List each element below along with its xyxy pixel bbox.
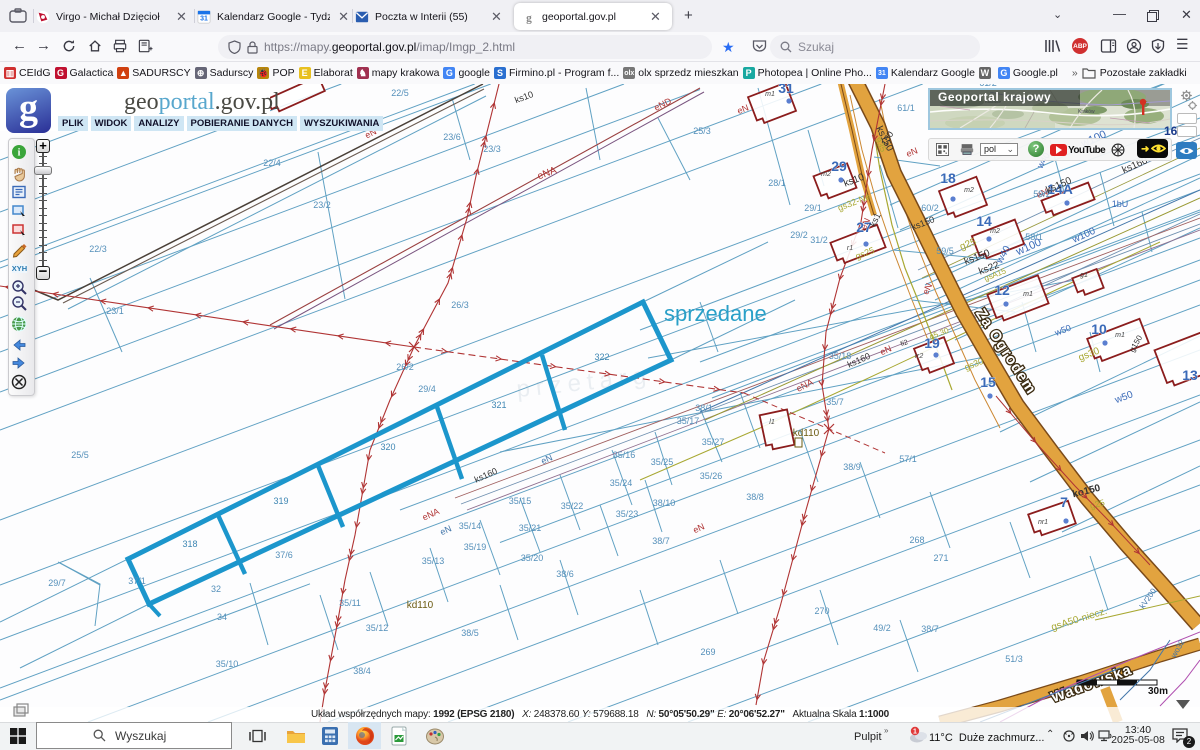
svg-text:31/2: 31/2	[810, 235, 828, 245]
svg-text:322: 322	[594, 352, 609, 362]
svg-text:23/6: 23/6	[443, 132, 461, 142]
svg-text:m2: m2	[990, 228, 1000, 235]
svg-text:38/1: 38/1	[695, 403, 713, 413]
svg-text:29: 29	[831, 158, 847, 174]
svg-text:r1: r1	[847, 245, 853, 252]
svg-text:18: 18	[940, 170, 956, 186]
svg-text:22/5: 22/5	[391, 88, 409, 98]
svg-text:51/3: 51/3	[1005, 654, 1023, 664]
svg-text:35/25: 35/25	[651, 457, 674, 467]
svg-text:rr2: rr2	[915, 353, 924, 360]
svg-text:35/22: 35/22	[561, 501, 584, 511]
svg-text:38/5: 38/5	[461, 628, 479, 638]
svg-text:nr1: nr1	[1038, 519, 1048, 526]
svg-text:321: 321	[491, 400, 506, 410]
svg-text:35/12: 35/12	[366, 623, 389, 633]
svg-text:23/2: 23/2	[313, 200, 331, 210]
svg-text:37/6: 37/6	[275, 550, 293, 560]
svg-text:25/5: 25/5	[71, 450, 89, 460]
svg-text:61/1: 61/1	[897, 103, 915, 113]
svg-text:268: 268	[909, 535, 924, 545]
svg-text:XYH: XYH	[12, 264, 27, 273]
svg-text:37/1: 37/1	[128, 576, 146, 586]
svg-text:m2: m2	[964, 187, 974, 194]
svg-text:320: 320	[380, 442, 395, 452]
svg-text:29/7: 29/7	[48, 578, 66, 588]
svg-text:23/1: 23/1	[106, 306, 124, 316]
svg-text:35/21: 35/21	[519, 523, 542, 533]
svg-text:38/6: 38/6	[556, 569, 574, 579]
svg-text:35/19: 35/19	[464, 542, 487, 552]
svg-text:60/2: 60/2	[921, 203, 939, 213]
svg-text:35/20: 35/20	[521, 553, 544, 563]
svg-text:22/3: 22/3	[89, 244, 107, 254]
svg-text:1: 1	[913, 729, 917, 736]
svg-text:35/13: 35/13	[422, 556, 445, 566]
svg-text:271: 271	[933, 553, 948, 563]
svg-text:sprzedane: sprzedane	[664, 301, 767, 326]
svg-text:35/14: 35/14	[459, 521, 482, 531]
svg-text:g1: g1	[1080, 272, 1088, 279]
svg-text:59/5: 59/5	[936, 246, 954, 256]
svg-text:34: 34	[217, 612, 227, 622]
svg-text:kd110: kd110	[793, 428, 820, 439]
svg-text:35/17: 35/17	[677, 416, 700, 426]
svg-text:57/1: 57/1	[899, 454, 917, 464]
svg-text:269: 269	[700, 647, 715, 657]
svg-text:m1: m1	[1115, 332, 1125, 339]
svg-text:30m: 30m	[1148, 686, 1168, 697]
svg-text:319: 319	[273, 496, 288, 506]
svg-text:35/27: 35/27	[702, 437, 725, 447]
svg-text:35/11: 35/11	[339, 598, 361, 608]
svg-text:14: 14	[976, 213, 992, 229]
svg-text:kd110: kd110	[407, 600, 434, 611]
svg-text:35/16: 35/16	[613, 450, 636, 460]
svg-text:m1: m1	[1023, 291, 1033, 298]
svg-text:35/26: 35/26	[700, 471, 723, 481]
svg-text:26/3: 26/3	[451, 300, 469, 310]
svg-text:10: 10	[1091, 321, 1107, 337]
svg-text:38/7: 38/7	[921, 624, 939, 634]
svg-text:35/7: 35/7	[826, 397, 844, 407]
svg-text:25/3: 25/3	[693, 126, 711, 136]
svg-text:26/2: 26/2	[396, 362, 414, 372]
svg-text:l1: l1	[769, 419, 775, 426]
svg-text:i: i	[18, 148, 21, 159]
svg-text:22/4: 22/4	[263, 158, 281, 168]
svg-text:Kraków: Kraków	[1078, 109, 1095, 115]
svg-text:35/24: 35/24	[610, 478, 633, 488]
svg-text:m2: m2	[821, 171, 831, 178]
svg-text:23/3: 23/3	[483, 144, 501, 154]
svg-text:38/9: 38/9	[843, 462, 861, 472]
svg-text:29/1: 29/1	[804, 203, 822, 213]
svg-text:29/4: 29/4	[418, 384, 436, 394]
svg-text:g: g	[526, 12, 532, 24]
svg-text:28/1: 28/1	[768, 178, 786, 188]
svg-text:13: 13	[1182, 367, 1198, 383]
svg-text:38/10: 38/10	[653, 498, 676, 508]
svg-text:7: 7	[1060, 494, 1068, 510]
svg-text:270: 270	[814, 606, 829, 616]
svg-text:31: 31	[200, 15, 208, 22]
svg-text:35/15: 35/15	[509, 496, 532, 506]
svg-text:35/23: 35/23	[616, 509, 639, 519]
svg-text:29/2: 29/2	[790, 230, 808, 240]
svg-text:15: 15	[980, 374, 996, 390]
svg-text:m1: m1	[765, 91, 775, 98]
svg-text:35/10: 35/10	[216, 659, 239, 669]
svg-text:12: 12	[994, 282, 1010, 298]
svg-text:49/2: 49/2	[873, 623, 891, 633]
svg-text:318: 318	[182, 539, 197, 549]
svg-text:38/8: 38/8	[746, 492, 764, 502]
svg-text:38/4: 38/4	[353, 666, 371, 676]
svg-text:1bU: 1bU	[1112, 199, 1129, 209]
svg-text:32: 32	[211, 584, 221, 594]
svg-text:38/7: 38/7	[652, 536, 670, 546]
